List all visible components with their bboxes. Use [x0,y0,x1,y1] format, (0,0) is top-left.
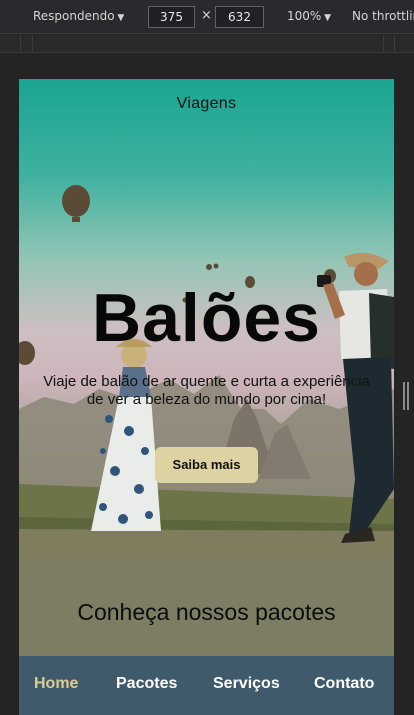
device-viewport: Viagens Balões Viaje de balão de ar quen… [19,79,394,715]
hero-description: Viaje de balão de ar quente e curta a ex… [43,373,370,408]
ruler-divider [394,35,395,53]
viewport-height-input[interactable]: 632 [215,6,264,28]
hero-section: Viagens Balões Viaje de balão de ar quen… [19,79,394,561]
viewport-resize-handle[interactable] [403,382,409,410]
ruler-divider [20,35,21,53]
media-query-ruler [0,35,414,53]
nav-link-contato[interactable]: Contato [314,675,374,693]
bottom-navigation: Home Pacotes Serviços Contato [19,656,394,715]
packages-title: Conheça nossos pacotes [77,599,336,625]
zoom-dropdown[interactable]: 100% [287,9,331,23]
viewport-width-input[interactable]: 375 [148,6,195,28]
nav-link-home[interactable]: Home [34,675,78,693]
hero-title: Balões [92,280,321,356]
nav-link-pacotes[interactable]: Pacotes [116,675,177,693]
throttling-dropdown[interactable]: No throttling [352,9,414,23]
dimension-separator: × [201,8,212,23]
dimensions-mode-dropdown[interactable]: Respondendo [33,9,124,23]
nav-link-servicos[interactable]: Serviços [213,675,280,693]
site-brand[interactable]: Viagens [19,95,394,113]
ruler-divider [32,35,33,53]
devtools-device-toolbar: Respondendo 375 × 632 100% No throttling [0,0,414,34]
learn-more-button[interactable]: Saiba mais [155,447,258,483]
ruler-divider [383,35,384,53]
packages-section: Conheça nossos pacotes [19,561,394,656]
